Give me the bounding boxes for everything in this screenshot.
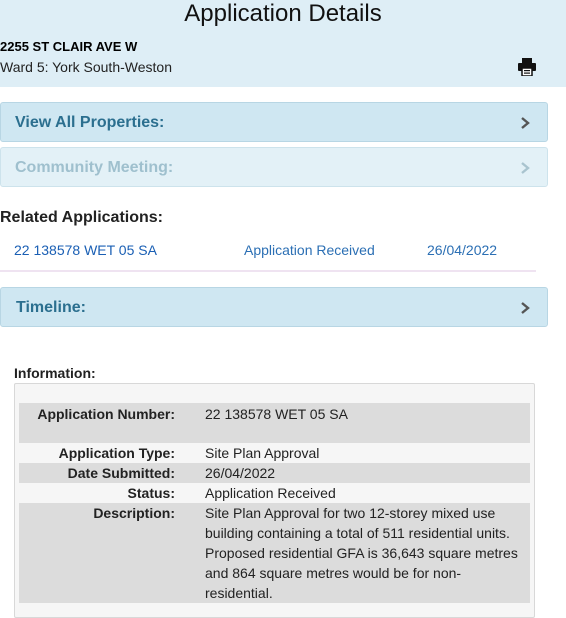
related-application-date: 26/04/2022	[427, 242, 498, 258]
related-application-number-link[interactable]: 22 138578 WET 05 SA	[14, 242, 157, 258]
community-meeting-label: Community Meeting:	[15, 159, 174, 176]
community-meeting-panel[interactable]: Community Meeting:	[0, 147, 548, 187]
page-header: Application Details 2255 ST CLAIR AVE W …	[0, 0, 566, 87]
info-value: 22 138578 WET 05 SA	[205, 406, 348, 422]
info-row-application-number: Application Number: 22 138578 WET 05 SA	[19, 403, 530, 443]
info-value: Site Plan Approval	[205, 445, 320, 461]
chevron-right-icon	[519, 116, 531, 130]
info-row-date-submitted: Date Submitted: 26/04/2022	[19, 463, 530, 483]
info-key: Description:	[93, 505, 175, 521]
timeline-panel[interactable]: Timeline:	[0, 287, 548, 327]
info-key: Application Type:	[58, 445, 175, 461]
related-application-status: Application Received	[244, 242, 375, 258]
page-title: Application Details	[184, 0, 382, 27]
info-key: Status:	[127, 485, 175, 501]
view-all-properties-label: View All Properties:	[15, 114, 165, 131]
info-row-application-type: Application Type: Site Plan Approval	[19, 443, 530, 463]
info-value: 26/04/2022	[205, 465, 276, 481]
printer-icon[interactable]	[517, 58, 537, 77]
info-value: Application Received	[205, 485, 336, 501]
timeline-label: Timeline:	[16, 299, 86, 316]
info-key: Application Number:	[37, 406, 175, 422]
info-row-status: Status: Application Received	[19, 483, 530, 503]
information-heading: Information:	[14, 365, 96, 381]
info-row-description: Description: Site Plan Approval for two …	[19, 503, 530, 603]
related-applications-heading: Related Applications:	[0, 209, 163, 226]
chevron-right-icon	[519, 301, 531, 315]
property-address: 2255 ST CLAIR AVE W	[0, 39, 138, 54]
related-application-row: 22 138578 WET 05 SA Application Received…	[0, 240, 536, 272]
info-key: Date Submitted:	[67, 465, 175, 481]
chevron-right-icon	[519, 161, 531, 175]
view-all-properties-panel[interactable]: View All Properties:	[0, 102, 548, 142]
ward-label: Ward 5: York South-Weston	[0, 59, 172, 75]
information-table: Application Number: 22 138578 WET 05 SA …	[14, 383, 535, 618]
info-value: Site Plan Approval for two 12-storey mix…	[205, 505, 518, 601]
